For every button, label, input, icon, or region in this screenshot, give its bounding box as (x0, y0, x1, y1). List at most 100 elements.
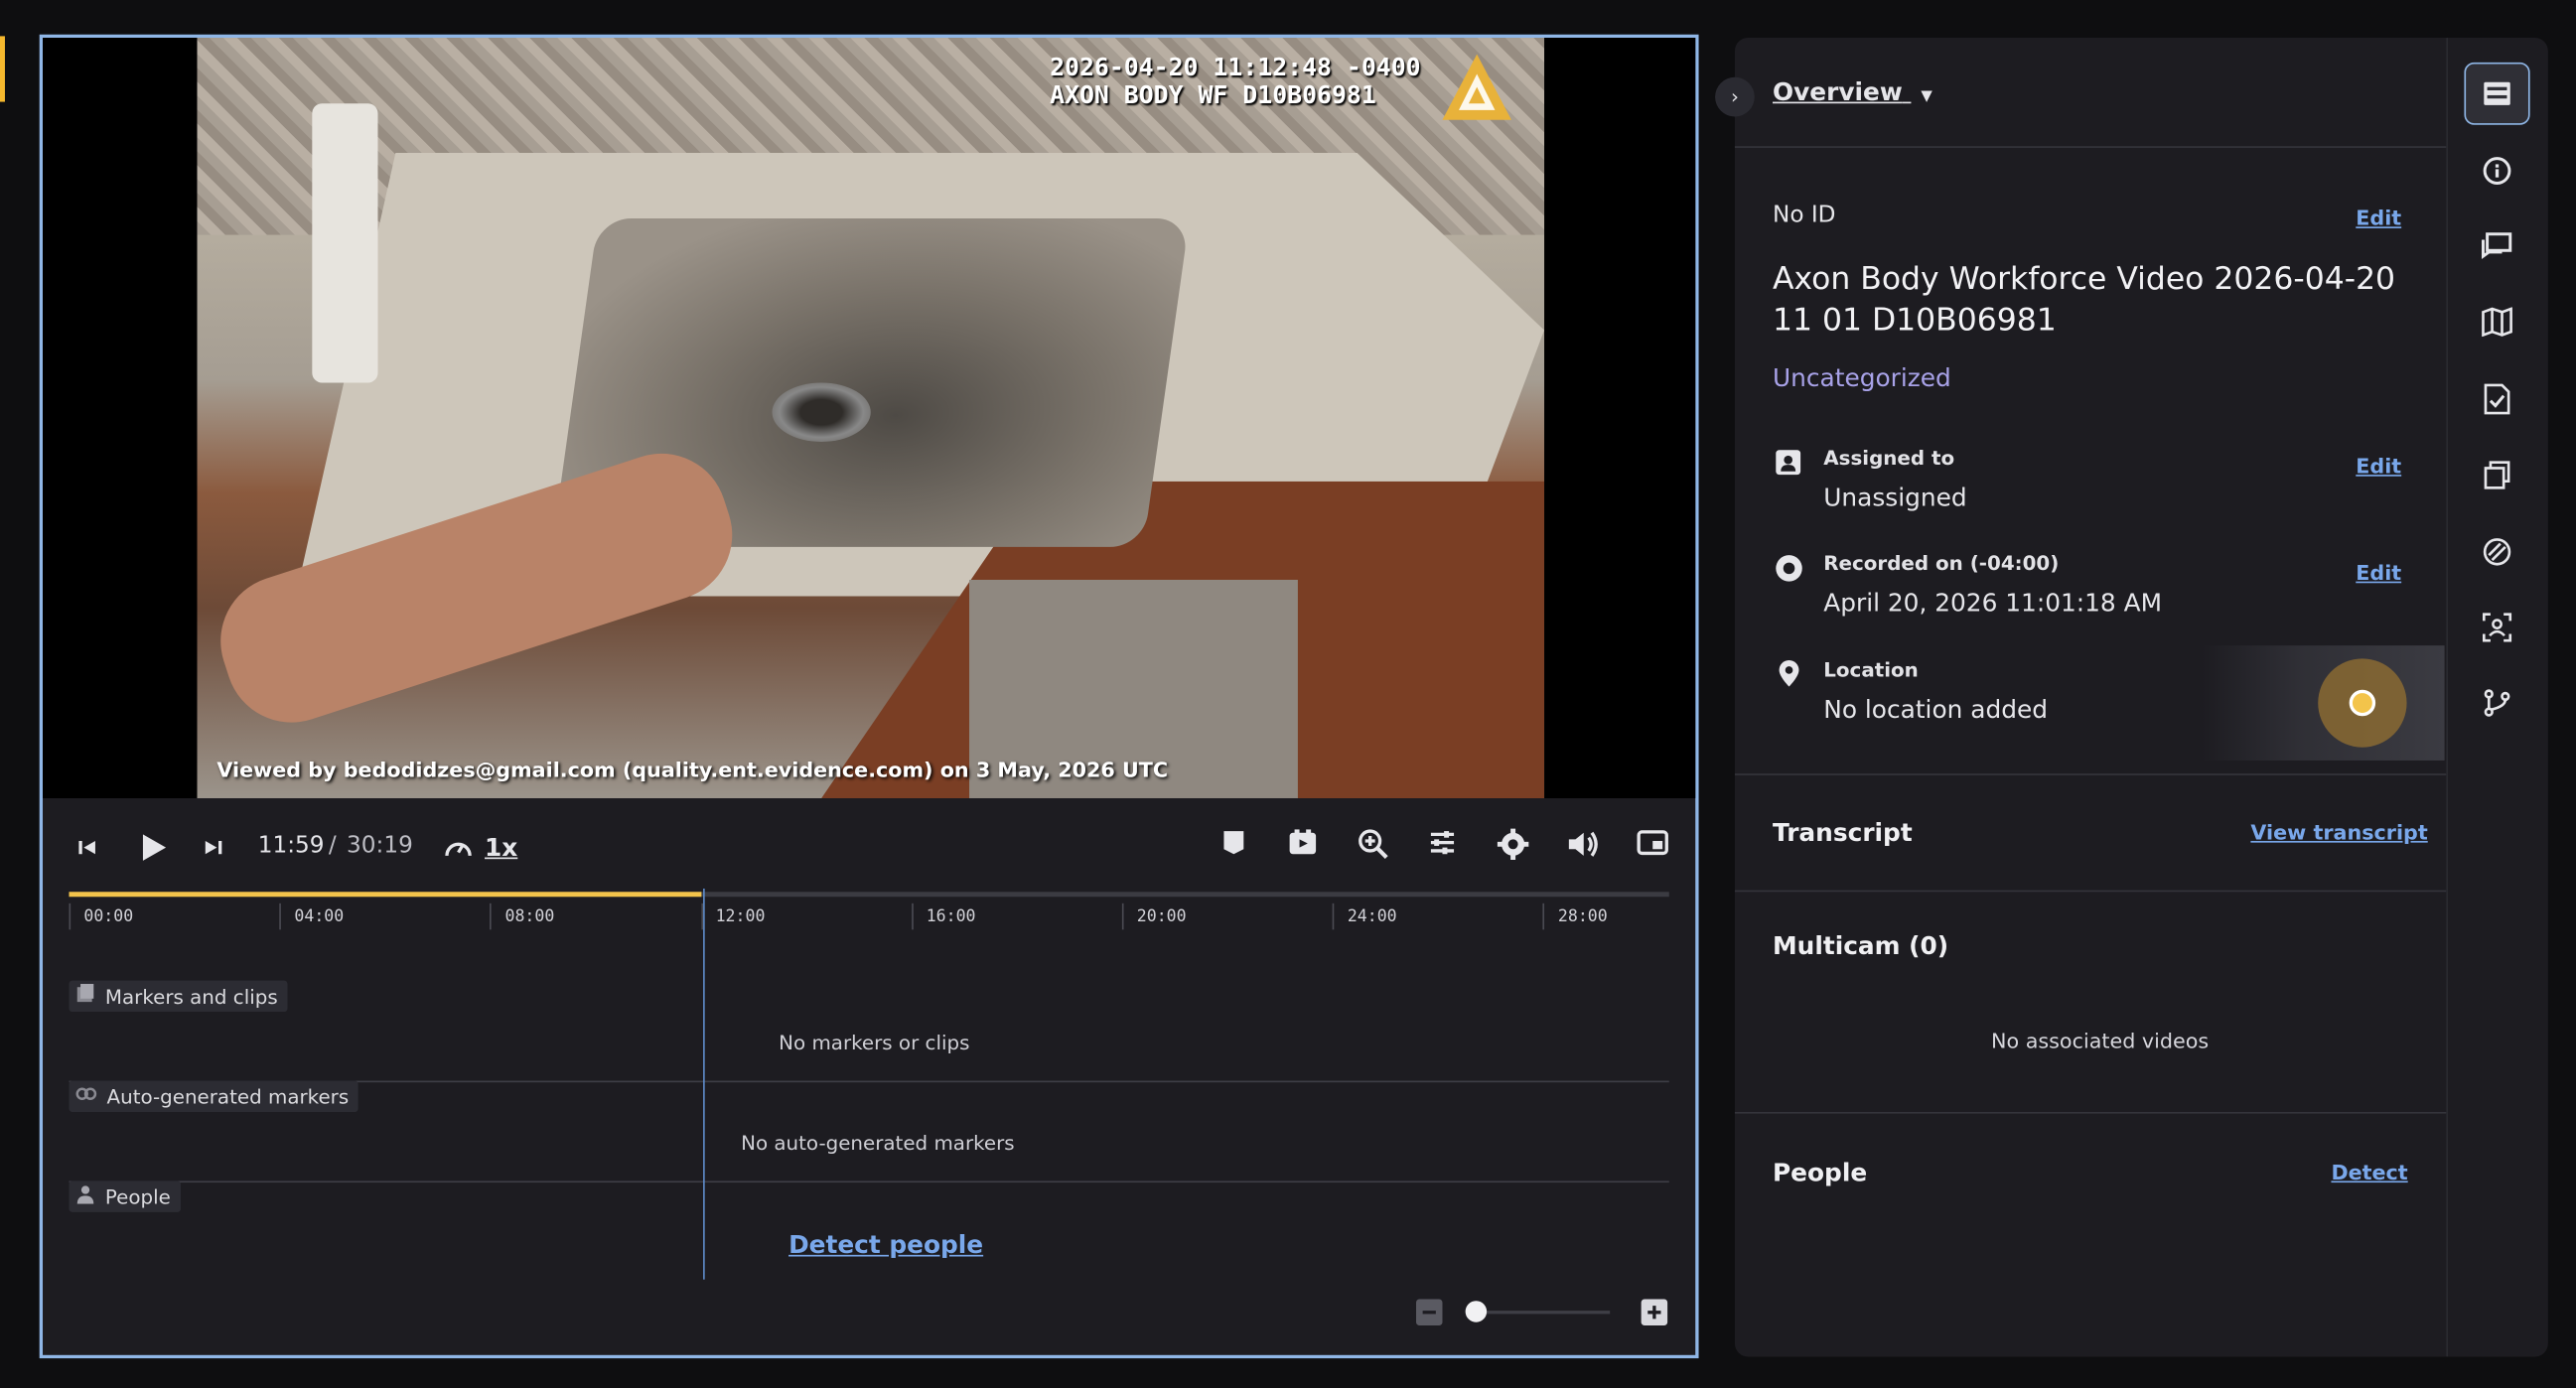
track-label-people: People (104, 1184, 171, 1208)
rail-info-button[interactable] (2464, 140, 2529, 203)
map-pin-icon (2349, 689, 2376, 717)
track-label-auto: Auto-generated markers (106, 1084, 350, 1108)
timeline-tick (1332, 902, 1335, 930)
playback-speed[interactable]: 1x (485, 833, 517, 863)
edit-recorded-link[interactable]: Edit (2356, 560, 2401, 585)
panel-divider (1734, 890, 2447, 893)
edit-id-link[interactable]: Edit (2356, 206, 2401, 230)
comments-icon (2481, 232, 2512, 259)
timeline-tick-label: 16:00 (926, 907, 976, 927)
timeline-tick (700, 902, 703, 930)
total-time: 30:19 (347, 832, 413, 860)
evidence-category[interactable]: Uncategorized (1773, 363, 1951, 393)
edit-assigned-link[interactable]: Edit (2356, 454, 2401, 479)
volume-icon[interactable] (1566, 828, 1602, 861)
record-dot-icon (1775, 553, 1804, 589)
people-title: People (1772, 1158, 1868, 1188)
clip-icon[interactable] (1286, 828, 1319, 858)
chevron-right-icon: › (1730, 85, 1739, 109)
rail-redaction-button[interactable] (2464, 520, 2529, 583)
multicam-title: Multicam (0) (1772, 930, 1949, 961)
marker-icon[interactable] (1218, 828, 1248, 858)
adjust-sliders-icon[interactable] (1428, 828, 1458, 858)
step-forward-icon[interactable] (202, 836, 224, 859)
panel-divider (1734, 146, 2447, 148)
time-separator: / (328, 832, 337, 860)
axon-logo-icon (1442, 54, 1511, 120)
copies-icon (2484, 461, 2510, 489)
track-divider (69, 1180, 1669, 1183)
video-player: 2026-04-20 11:12:48 -0400 AXON BODY WF D… (39, 34, 1699, 1359)
video-drain (772, 382, 871, 443)
transcript-title: Transcript (1772, 817, 1913, 848)
timeline-tick-label: 24:00 (1347, 907, 1397, 927)
timeline-tick (911, 902, 914, 930)
assigned-value: Unassigned (1823, 483, 1967, 513)
redaction-icon (2483, 538, 2511, 566)
audit-icon (2484, 383, 2510, 415)
detect-people-link[interactable]: Detect people (788, 1230, 983, 1260)
timeline-tick-label: 20:00 (1136, 907, 1187, 927)
timeline-progress (69, 892, 701, 898)
step-back-icon[interactable] (75, 836, 98, 859)
track-label-markers: Markers and clips (104, 984, 278, 1008)
caret-down-icon: ▼ (1921, 88, 1932, 105)
detect-link[interactable]: Detect (2331, 1160, 2407, 1184)
timeline-tick (1543, 902, 1545, 930)
zoom-out-button[interactable] (1416, 1299, 1443, 1326)
track-chip-people: People (69, 1180, 181, 1212)
collapse-panel-button[interactable]: › (1715, 76, 1755, 117)
recorded-value: April 20, 2026 11:01:18 AM (1823, 588, 2163, 619)
current-time: 11:59 (257, 832, 325, 860)
location-pin-icon (1776, 658, 1801, 694)
overview-label: Overview (1772, 76, 1903, 107)
recorded-label: Recorded on (-04:00) (1823, 551, 2060, 576)
left-accent-bar (0, 36, 5, 102)
rail-face-detect-button[interactable] (2464, 597, 2529, 659)
rail-map-button[interactable] (2464, 291, 2529, 353)
panel-divider (1734, 773, 2447, 775)
map-icon (2482, 307, 2512, 338)
rail-branch-button[interactable] (2464, 672, 2529, 735)
fullscreen-icon[interactable] (1637, 828, 1669, 858)
assigned-label: Assigned to (1823, 446, 1955, 471)
rail-comments-button[interactable] (2464, 215, 2529, 278)
timeline-tick (1121, 902, 1124, 930)
location-value: No location added (1823, 694, 2048, 725)
video-viewport[interactable]: 2026-04-20 11:12:48 -0400 AXON BODY WF D… (43, 38, 1696, 798)
branch-icon (2484, 689, 2510, 717)
speed-gauge-icon[interactable] (442, 833, 475, 866)
osd-device: AXON BODY WF D10B06981 (1050, 80, 1376, 110)
video-paper-towel (312, 103, 378, 383)
osd-timestamp: 2026-04-20 11:12:48 -0400 (1050, 52, 1421, 82)
timeline-tick-label: 28:00 (1557, 907, 1608, 927)
settings-gear-icon[interactable] (1497, 828, 1529, 861)
timeline-tick-label: 08:00 (504, 907, 555, 927)
track-chip-markers: Markers and clips (69, 980, 288, 1013)
zoom-in-icon[interactable] (1357, 828, 1389, 861)
view-transcript-link[interactable]: View transcript (2250, 819, 2427, 844)
video-frame[interactable]: 2026-04-20 11:12:48 -0400 AXON BODY WF D… (197, 38, 1545, 798)
marker-clip-icon (75, 983, 95, 1009)
overview-dropdown[interactable]: Overview ▼ (1773, 77, 1932, 107)
playhead[interactable] (703, 888, 705, 1280)
rail-overview-button[interactable] (2464, 62, 2530, 125)
panel-divider (1734, 1111, 2447, 1114)
face-detect-icon (2482, 613, 2512, 642)
timeline-tick (490, 902, 493, 930)
rail-copies-button[interactable] (2464, 444, 2529, 506)
timeline-tick-label: 00:00 (83, 907, 134, 927)
evidence-id: No ID (1772, 202, 1836, 228)
zoom-in-button[interactable] (1641, 1299, 1668, 1326)
info-icon (2483, 157, 2511, 185)
viewer-watermark: Viewed by bedodidzes@gmail.com (quality.… (216, 757, 1169, 782)
link-icon (75, 1084, 97, 1109)
timeline-zoom-slider[interactable] (1475, 1311, 1611, 1315)
overview-icon (2484, 81, 2510, 105)
empty-markers: No markers or clips (779, 1031, 970, 1055)
timeline-zoom-knob[interactable] (1465, 1301, 1488, 1322)
assigned-badge-icon (1775, 447, 1802, 483)
rail-audit-button[interactable] (2464, 368, 2529, 431)
play-icon[interactable] (136, 829, 169, 865)
empty-auto-markers: No auto-generated markers (741, 1131, 1015, 1155)
